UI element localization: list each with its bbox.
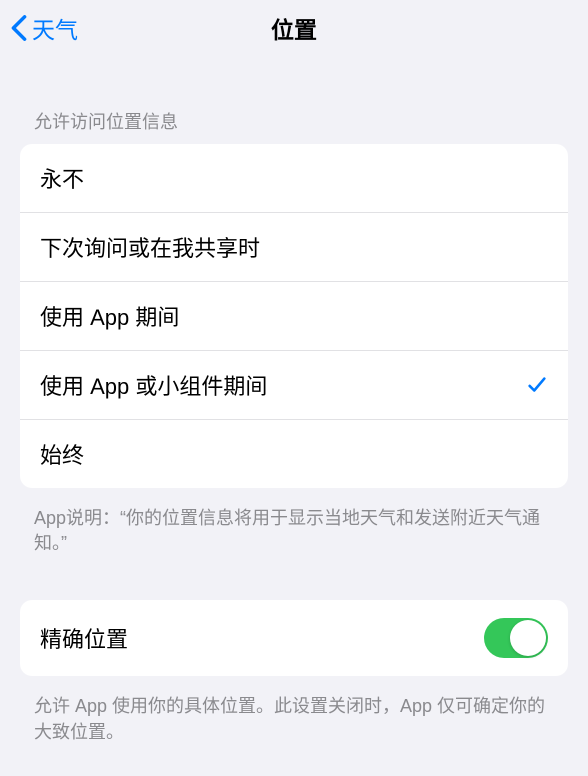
option-while-using-app-or-widgets[interactable]: 使用 App 或小组件期间	[20, 350, 568, 419]
chevron-left-icon	[10, 14, 28, 42]
option-ask-next-time[interactable]: 下次询问或在我共享时	[20, 212, 568, 281]
checkmark-icon	[526, 374, 548, 396]
section-footer-app-description: App说明：“你的位置信息将用于显示当地天气和发送附近天气通知。”	[0, 498, 588, 556]
precise-location-row[interactable]: 精确位置	[20, 600, 568, 676]
page-title: 位置	[271, 11, 317, 45]
precise-location-label: 精确位置	[40, 622, 128, 654]
option-label: 始终	[40, 438, 84, 470]
section-header-location-access: 允许访问位置信息	[0, 56, 588, 144]
option-always[interactable]: 始终	[20, 419, 568, 488]
option-never[interactable]: 永不	[20, 144, 568, 212]
nav-bar: 天气 位置	[0, 0, 588, 56]
back-button[interactable]: 天气	[10, 11, 78, 45]
option-label: 使用 App 或小组件期间	[40, 369, 267, 401]
precise-location-toggle[interactable]	[484, 618, 548, 658]
toggle-knob	[510, 620, 546, 656]
section-footer-precise-location: 允许 App 使用你的具体位置。此设置关闭时，App 仅可确定你的大致位置。	[0, 686, 588, 744]
option-while-using-app[interactable]: 使用 App 期间	[20, 281, 568, 350]
option-label: 下次询问或在我共享时	[40, 231, 260, 263]
location-access-group: 永不 下次询问或在我共享时 使用 App 期间 使用 App 或小组件期间 始终	[20, 144, 568, 488]
back-label: 天气	[32, 11, 78, 45]
option-label: 使用 App 期间	[40, 300, 179, 332]
precise-location-group: 精确位置	[20, 600, 568, 676]
option-label: 永不	[40, 162, 84, 194]
